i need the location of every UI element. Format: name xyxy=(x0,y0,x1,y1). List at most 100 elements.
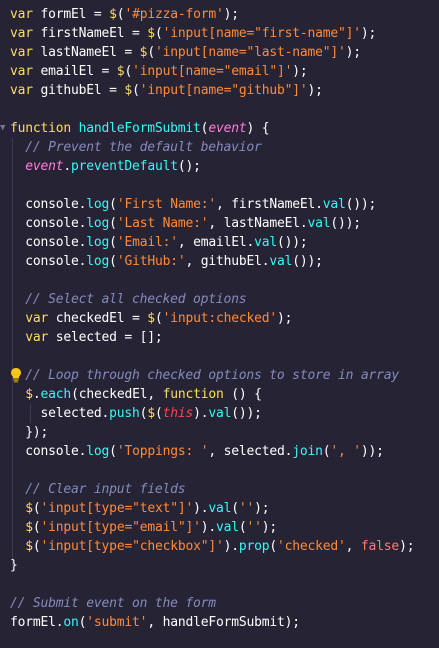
code-line: $('input[type="checkbox"]').prop('checke… xyxy=(10,537,414,556)
code-token: selected = []; xyxy=(55,330,163,345)
code-token: ); xyxy=(399,539,415,554)
code-token: val xyxy=(307,216,331,231)
code-token: console. xyxy=(10,254,87,269)
code-editor[interactable]: ▼ var formEl = $('#pizza-form'); var firs… xyxy=(0,0,439,648)
code-token: 'input[type="checkbox"]' xyxy=(40,539,224,554)
code-token: )); xyxy=(360,444,384,459)
lightbulb-icon[interactable] xyxy=(10,367,22,383)
code-token: var xyxy=(10,64,41,79)
code-token: console. xyxy=(10,216,87,231)
code-token: () { xyxy=(231,387,262,402)
code-token: 'input:checked' xyxy=(162,311,278,326)
code-token: // Prevent the default behavior xyxy=(10,140,262,155)
code-token: join xyxy=(292,444,323,459)
code-token: handleFormSubmit xyxy=(78,121,201,136)
code-token: console. xyxy=(10,444,87,459)
code-token: ( xyxy=(269,539,278,554)
code-line: // Prevent the default behavior xyxy=(10,138,262,157)
code-token: ); xyxy=(261,520,278,535)
code-line: formEl.on('submit', handleFormSubmit); xyxy=(10,613,300,632)
code-token: var xyxy=(10,311,56,326)
code-token: , githubEl. xyxy=(185,254,270,269)
code-token: ); xyxy=(345,45,361,60)
chevron-down-icon[interactable]: ▼ xyxy=(0,119,8,138)
code-token: $ xyxy=(109,7,117,22)
code-token: ( xyxy=(32,520,41,535)
code-token: log xyxy=(86,197,110,212)
code-token: ) { xyxy=(246,121,270,136)
code-token: , lastNameEl. xyxy=(208,216,308,231)
code-token: '' xyxy=(238,501,255,516)
code-token: emailEl = xyxy=(40,64,117,79)
code-line: var firstNameEl = $('input[name="first-n… xyxy=(10,24,376,43)
code-token: event xyxy=(25,159,64,174)
code-token: ); xyxy=(360,26,377,41)
code-line: var lastNameEl = $('input[name="last-nam… xyxy=(10,43,361,62)
code-token: ( xyxy=(231,501,239,516)
code-token: 'input[name="last-name"]' xyxy=(154,45,346,60)
code-token: log xyxy=(86,235,110,250)
code-token: githubEl = xyxy=(40,83,125,98)
code-line: // Submit event on the form xyxy=(10,594,216,613)
code-token: ( xyxy=(109,216,117,231)
code-token: 'input[name="first-name"]' xyxy=(162,26,361,41)
code-token: ). xyxy=(193,406,209,421)
code-line: // Select all checked options xyxy=(10,290,246,309)
code-line: var selected = []; xyxy=(10,328,163,347)
code-token: (); xyxy=(177,159,201,174)
code-token: ( xyxy=(109,254,117,269)
code-token: $ xyxy=(25,520,33,535)
code-token: ( xyxy=(154,406,163,421)
code-token: prop xyxy=(238,539,270,554)
code-token: ); xyxy=(254,501,270,516)
code-token: ( xyxy=(154,311,163,326)
code-line: var formEl = $('#pizza-form'); xyxy=(10,5,239,24)
code-token: val xyxy=(269,254,293,269)
code-token: 'Last Name:' xyxy=(116,216,209,231)
code-token: val xyxy=(208,406,232,421)
code-token: , xyxy=(345,539,361,554)
code-token: ()); xyxy=(231,406,262,421)
code-token: ()); xyxy=(277,235,308,250)
code-line: var githubEl = $('input[name="github"]')… xyxy=(10,81,323,100)
code-token: $ xyxy=(147,406,155,421)
code-line: console.log('Toppings: ', selected.join(… xyxy=(10,442,384,461)
code-token: $ xyxy=(25,539,33,554)
code-token: // Select all checked options xyxy=(10,292,247,307)
code-token: ); xyxy=(276,311,293,326)
code-line: }); xyxy=(10,423,48,442)
code-token: log xyxy=(86,254,110,269)
code-token: selected. xyxy=(10,406,110,421)
code-line: console.log('GitHub:', githubEl.val()); xyxy=(10,252,323,271)
code-token: 'input[type="email"]' xyxy=(40,520,201,535)
code-token: // Loop through checked options to store… xyxy=(10,368,399,383)
code-token: $ xyxy=(25,501,33,516)
code-token: var xyxy=(10,330,56,345)
code-token: val xyxy=(322,197,346,212)
code-token: ( xyxy=(32,539,41,554)
code-token: ( xyxy=(147,45,155,60)
code-token: '#pizza-form' xyxy=(124,7,224,22)
code-token: this xyxy=(162,406,194,421)
code-token: , handleFormSubmit); xyxy=(147,615,300,630)
code-token: ); xyxy=(223,7,239,22)
code-token: each xyxy=(40,387,72,402)
code-token: event xyxy=(208,121,247,136)
code-token: (checkedEl, xyxy=(71,387,163,402)
code-line: $('input[type="text"]').val(''); xyxy=(10,499,269,518)
code-token: $ xyxy=(124,83,133,98)
code-token: ). xyxy=(193,501,209,516)
code-token: } xyxy=(10,558,18,573)
code-token: ( xyxy=(132,83,140,98)
code-token: var xyxy=(10,26,41,41)
code-token: ( xyxy=(109,444,117,459)
code-token: 'First Name:' xyxy=(116,197,216,212)
code-token: ( xyxy=(109,197,117,212)
code-token: ). xyxy=(200,520,216,535)
code-token: , emailEl. xyxy=(177,235,255,250)
code-token: 'GitHub:' xyxy=(116,254,186,269)
code-token: ( xyxy=(238,520,247,535)
